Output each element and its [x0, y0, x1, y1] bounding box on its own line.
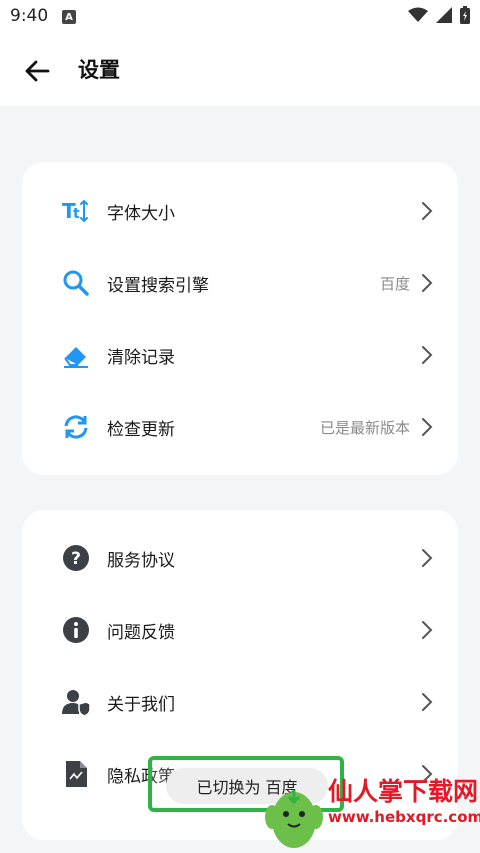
- settings-item-search-engine[interactable]: 设置搜索引擎 百度: [22, 247, 458, 319]
- page-title: 设置: [78, 58, 120, 82]
- settings-item-label: 关于我们: [107, 695, 175, 715]
- chevron-right-icon: [422, 549, 433, 567]
- svg-text:t: t: [73, 206, 80, 222]
- signal-icon: [436, 7, 452, 23]
- status-bar: 9:40 A: [0, 0, 480, 34]
- settings-item-feedback[interactable]: 问题反馈: [22, 594, 458, 666]
- settings-item-value: 已是最新版本: [319, 419, 410, 437]
- chevron-right-icon: [422, 202, 433, 220]
- search-icon: [63, 270, 89, 296]
- chevron-right-icon: [422, 346, 433, 364]
- app-header: 设置: [0, 34, 480, 106]
- chevron-right-icon: [422, 418, 433, 436]
- svg-text:?: ?: [71, 549, 81, 569]
- info-circle-icon: [63, 617, 89, 643]
- settings-item-label: 服务协议: [107, 551, 175, 571]
- user-shield-icon: [62, 690, 90, 716]
- settings-item-label: 字体大小: [107, 204, 175, 224]
- chevron-right-icon: [422, 693, 433, 711]
- settings-item-label: 设置搜索引擎: [107, 276, 209, 296]
- notification-badge: A: [62, 10, 76, 24]
- settings-card-general: T t 字体大小 设置搜索引擎 百度 清除记录 检查更新 已是最新版本: [22, 162, 458, 475]
- settings-item-label: 检查更新: [107, 420, 175, 440]
- document-icon: [66, 761, 87, 787]
- question-circle-icon: ?: [63, 545, 89, 571]
- watermark-url: www.hebxqrc.com: [328, 808, 480, 826]
- settings-item-about-us[interactable]: 关于我们: [22, 666, 458, 738]
- settings-item-font-size[interactable]: T t 字体大小: [22, 175, 458, 247]
- refresh-icon: [64, 415, 88, 439]
- battery-icon: [460, 6, 470, 24]
- settings-item-value: 百度: [379, 275, 410, 293]
- cactus-logo-icon: [265, 790, 323, 848]
- settings-item-label: 清除记录: [107, 348, 175, 368]
- settings-item-check-update[interactable]: 检查更新 已是最新版本: [22, 391, 458, 463]
- chevron-right-icon: [422, 274, 433, 292]
- settings-item-label: 问题反馈: [107, 623, 175, 643]
- chevron-right-icon: [422, 621, 433, 639]
- watermark: 仙人掌下载网 www.hebxqrc.com: [264, 762, 480, 853]
- settings-item-clear-history[interactable]: 清除记录: [22, 319, 458, 391]
- back-arrow-icon[interactable]: [22, 56, 52, 86]
- settings-item-service-agreement[interactable]: ? 服务协议: [22, 522, 458, 594]
- watermark-brand: 仙人掌下载网: [328, 777, 479, 806]
- status-time: 9:40: [10, 6, 49, 26]
- wifi-icon: [408, 7, 428, 22]
- eraser-icon: [64, 347, 88, 368]
- font-size-icon: T t: [62, 199, 88, 223]
